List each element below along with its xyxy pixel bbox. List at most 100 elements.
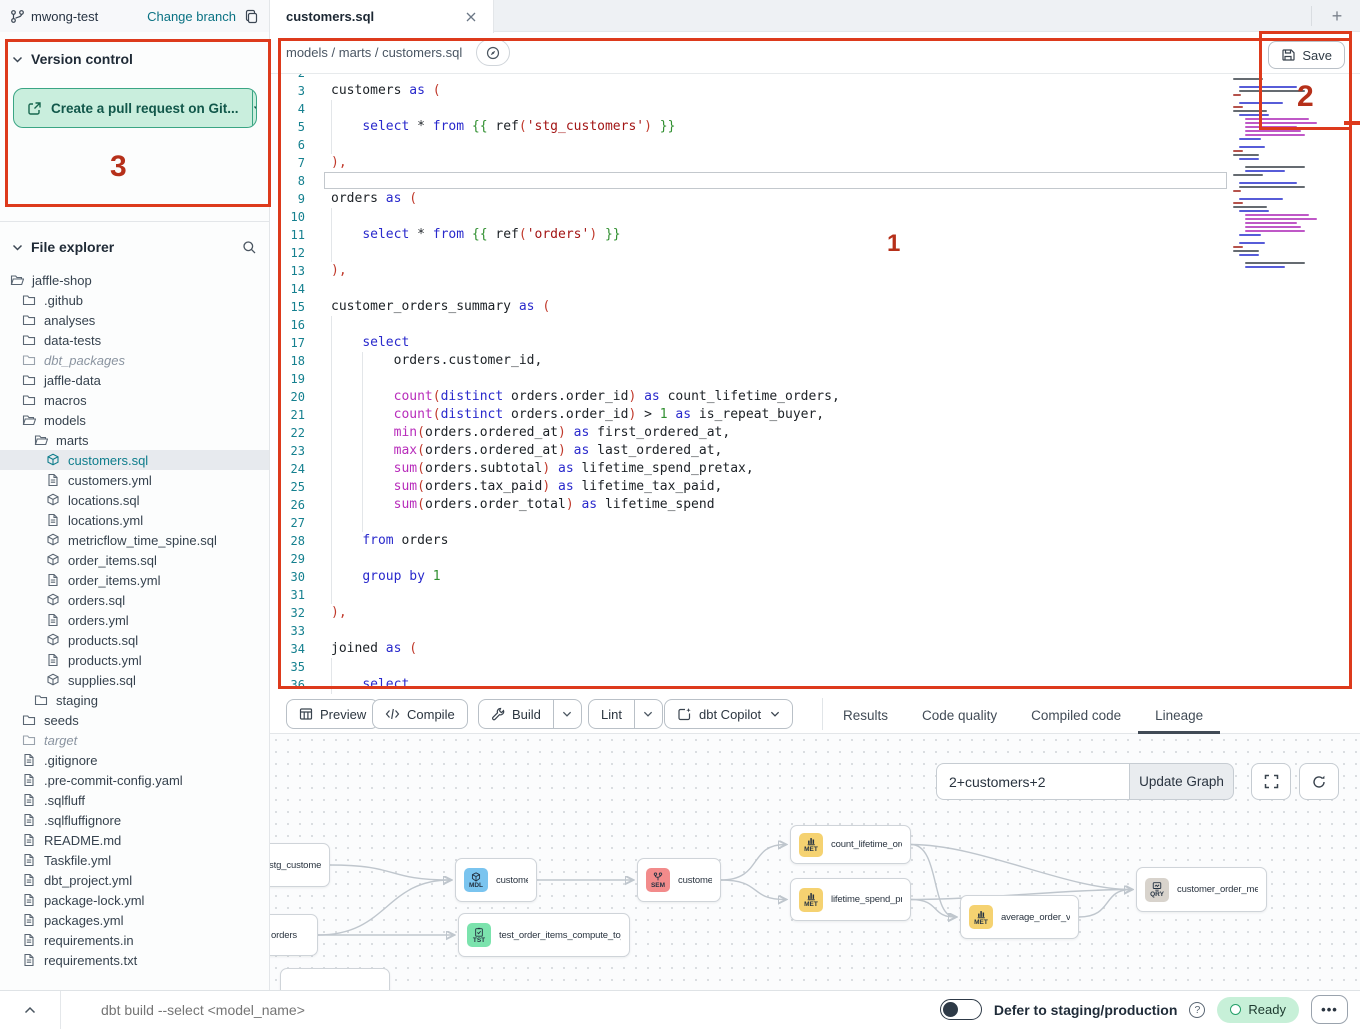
code-line-26[interactable]: 26 sum(orders.order_total) as lifetime_s… — [270, 496, 1360, 514]
code-line-32[interactable]: 32), — [270, 604, 1360, 622]
tree-item-orders-sql[interactable]: orders.sql — [0, 590, 269, 610]
tree-item-readme-md[interactable]: README.md — [0, 830, 269, 850]
save-button[interactable]: Save — [1268, 41, 1345, 69]
code-line-12[interactable]: 12 — [270, 244, 1360, 262]
update-graph-button[interactable]: Update Graph — [1129, 763, 1234, 800]
lineage-node-count_lifetime_orders[interactable]: METcount_lifetime_orders — [790, 825, 911, 864]
lint-button[interactable]: Lint — [588, 699, 663, 729]
editor-minimap[interactable] — [1233, 78, 1319, 270]
code-line-33[interactable]: 33 — [270, 622, 1360, 640]
code-line-13[interactable]: 13), — [270, 262, 1360, 280]
code-line-6[interactable]: 6 — [270, 136, 1360, 154]
copy-icon[interactable] — [244, 9, 259, 24]
code-line-9[interactable]: 9orders as ( — [270, 190, 1360, 208]
tree-item--pre-commit-config-yaml[interactable]: .pre-commit-config.yaml — [0, 770, 269, 790]
tree-item-jaffle-data[interactable]: jaffle-data — [0, 370, 269, 390]
code-line-4[interactable]: 4 — [270, 100, 1360, 118]
tree-item-taskfile-yml[interactable]: Taskfile.yml — [0, 850, 269, 870]
code-line-5[interactable]: 5 select * from {{ ref('stg_customers') … — [270, 118, 1360, 136]
code-line-18[interactable]: 18 orders.customer_id, — [270, 352, 1360, 370]
tree-item-models[interactable]: models — [0, 410, 269, 430]
code-line-28[interactable]: 28 from orders — [270, 532, 1360, 550]
code-editor[interactable]: 23customers as (45 select * from {{ ref(… — [270, 74, 1360, 696]
tab-compiled-code[interactable]: Compiled code — [1014, 696, 1138, 734]
chevron-down-icon[interactable] — [12, 54, 23, 65]
tab-lineage[interactable]: Lineage — [1138, 696, 1220, 734]
new-tab-button[interactable]: + — [1324, 4, 1350, 28]
tree-item-jaffle-shop[interactable]: jaffle-shop — [0, 270, 269, 290]
tab-code-quality[interactable]: Code quality — [905, 696, 1014, 734]
build-button[interactable]: Build — [478, 699, 582, 729]
tab-customers-sql[interactable]: customers.sql — [270, 0, 494, 33]
preview-button[interactable]: Preview — [286, 699, 379, 729]
tree-item-dbt-packages[interactable]: dbt_packages — [0, 350, 269, 370]
create-pull-request-button[interactable]: Create a pull request on Git... — [13, 88, 257, 128]
code-line-2[interactable]: 2 — [270, 74, 1360, 82]
defer-toggle[interactable] — [940, 999, 982, 1020]
code-line-24[interactable]: 24 sum(orders.subtotal) as lifetime_spen… — [270, 460, 1360, 478]
code-line-31[interactable]: 31 — [270, 586, 1360, 604]
tree-item-metricflow-time-spine-sql[interactable]: metricflow_time_spine.sql — [0, 530, 269, 550]
chevron-up-icon[interactable] — [0, 1006, 60, 1014]
code-line-30[interactable]: 30 group by 1 — [270, 568, 1360, 586]
lineage-node-lifetime_spend_pretax[interactable]: METlifetime_spend_pretax — [790, 878, 911, 921]
tree-item-dbt-project-yml[interactable]: dbt_project.yml — [0, 870, 269, 890]
lineage-node-customers_sem[interactable]: SEMcustomers — [637, 858, 721, 902]
tree-item-order-items-yml[interactable]: order_items.yml — [0, 570, 269, 590]
tree-item--gitignore[interactable]: .gitignore — [0, 750, 269, 770]
code-line-23[interactable]: 23 max(orders.ordered_at) as last_ordere… — [270, 442, 1360, 460]
dbt-copilot-button[interactable]: dbt Copilot — [664, 699, 793, 729]
tree-item-packages-yml[interactable]: packages.yml — [0, 910, 269, 930]
tree-item-orders-yml[interactable]: orders.yml — [0, 610, 269, 630]
refresh-button[interactable] — [1299, 763, 1339, 800]
compile-button[interactable]: Compile — [372, 699, 468, 729]
tree-item-target[interactable]: target — [0, 730, 269, 750]
code-line-3[interactable]: 3customers as ( — [270, 82, 1360, 100]
code-line-35[interactable]: 35 — [270, 658, 1360, 676]
tree-item-macros[interactable]: macros — [0, 390, 269, 410]
lineage-node-customer_order_metrics[interactable]: QRYcustomer_order_metrics — [1136, 867, 1267, 912]
tree-item-order-items-sql[interactable]: order_items.sql — [0, 550, 269, 570]
lineage-node-stg_customers[interactable]: MDLstg_customers — [270, 843, 330, 887]
code-line-17[interactable]: 17 select — [270, 334, 1360, 352]
code-line-22[interactable]: 22 min(orders.ordered_at) as first_order… — [270, 424, 1360, 442]
tree-item-analyses[interactable]: analyses — [0, 310, 269, 330]
tree-item--github[interactable]: .github — [0, 290, 269, 310]
tree-item-data-tests[interactable]: data-tests — [0, 330, 269, 350]
code-line-19[interactable]: 19 — [270, 370, 1360, 388]
lineage-node-orders[interactable]: MDLorders — [270, 914, 318, 956]
help-icon[interactable]: ? — [1189, 1002, 1205, 1018]
code-line-7[interactable]: 7), — [270, 154, 1360, 172]
lint-options-chevron[interactable] — [634, 700, 662, 728]
code-line-8[interactable]: 8 — [270, 172, 1360, 190]
tree-item-requirements-txt[interactable]: requirements.txt — [0, 950, 269, 970]
compass-icon[interactable] — [476, 39, 510, 66]
tab-results[interactable]: Results — [826, 696, 905, 734]
lineage-node-average_order_value[interactable]: METaverage_order_value — [960, 895, 1079, 939]
build-options-chevron[interactable] — [553, 700, 581, 728]
code-line-11[interactable]: 11 select * from {{ ref('orders') }} — [270, 226, 1360, 244]
code-line-20[interactable]: 20 count(distinct orders.order_id) as co… — [270, 388, 1360, 406]
code-line-15[interactable]: 15customer_orders_summary as ( — [270, 298, 1360, 316]
tree-item-customers-sql[interactable]: customers.sql — [0, 450, 269, 470]
tree-item-supplies-sql[interactable]: supplies.sql — [0, 670, 269, 690]
tree-item-customers-yml[interactable]: customers.yml — [0, 470, 269, 490]
change-branch-link[interactable]: Change branch — [147, 9, 236, 24]
tree-item-locations-yml[interactable]: locations.yml — [0, 510, 269, 530]
tree-item-marts[interactable]: marts — [0, 430, 269, 450]
tree-item--sqlfluffignore[interactable]: .sqlfluffignore — [0, 810, 269, 830]
more-options-button[interactable]: ••• — [1311, 995, 1348, 1024]
code-line-29[interactable]: 29 — [270, 550, 1360, 568]
search-icon[interactable] — [242, 240, 257, 255]
code-line-21[interactable]: 21 count(distinct orders.order_id) > 1 a… — [270, 406, 1360, 424]
code-line-34[interactable]: 34joined as ( — [270, 640, 1360, 658]
tree-item-package-lock-yml[interactable]: package-lock.yml — [0, 890, 269, 910]
chevron-down-icon[interactable] — [12, 242, 23, 253]
lineage-filter-input[interactable] — [936, 763, 1129, 800]
lineage-node-customers_mdl[interactable]: MDLcustomers — [455, 858, 537, 902]
tree-item-products-sql[interactable]: products.sql — [0, 630, 269, 650]
code-line-14[interactable]: 14 — [270, 280, 1360, 298]
tree-item-locations-sql[interactable]: locations.sql — [0, 490, 269, 510]
close-tab-icon[interactable] — [465, 11, 477, 23]
command-input[interactable] — [101, 1002, 661, 1018]
